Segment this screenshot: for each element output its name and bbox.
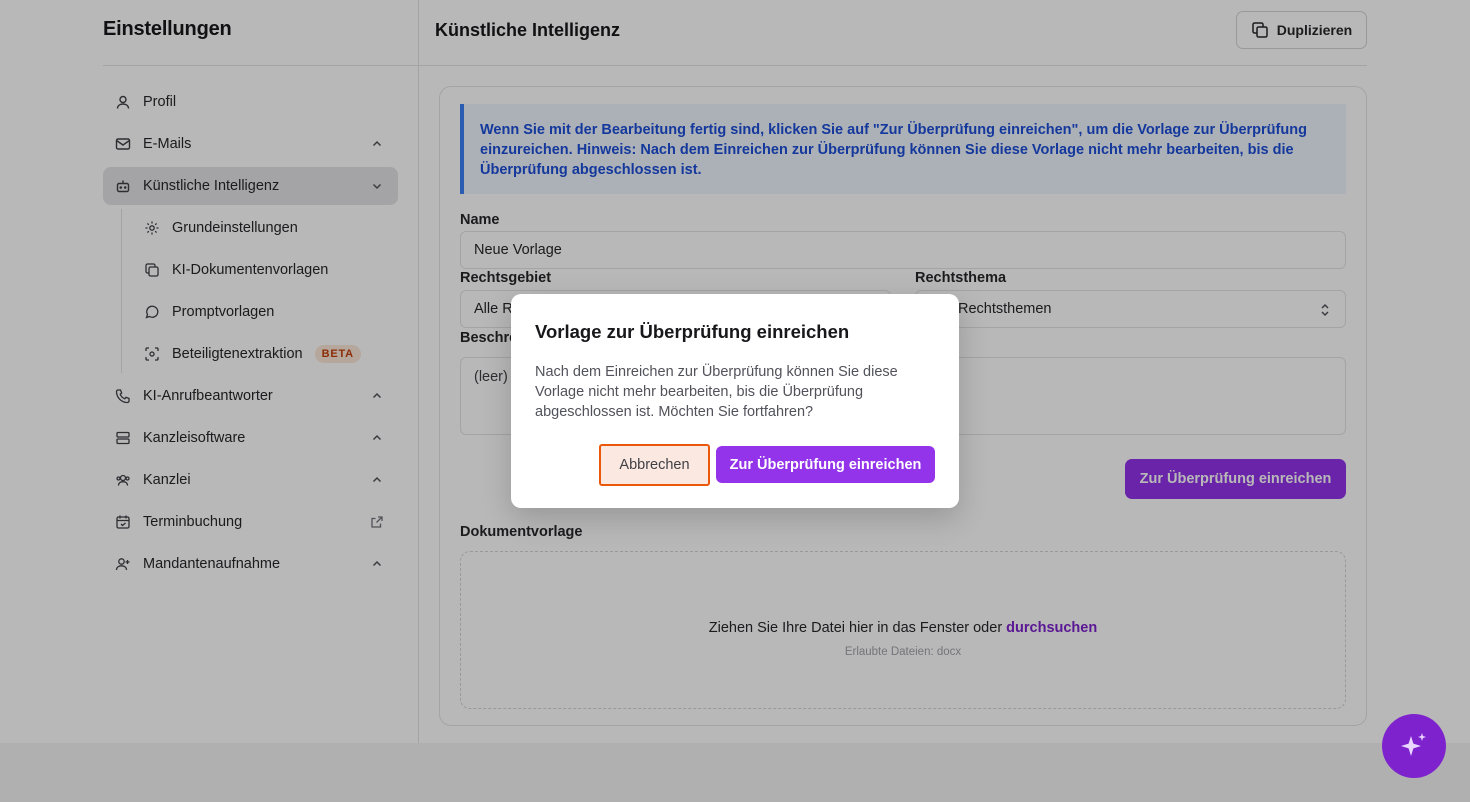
cancel-button[interactable]: Abbrechen [599, 444, 710, 486]
dialog-body: Nach dem Einreichen zur Überprüfung könn… [535, 364, 898, 420]
confirm-dialog: Vorlage zur Überprüfung einreichen Nach … [511, 294, 959, 508]
dialog-title: Vorlage zur Überprüfung einreichen [535, 321, 850, 342]
sparkle-icon [1401, 733, 1426, 756]
ai-assistant-button[interactable] [1382, 714, 1446, 778]
confirm-submit-button[interactable]: Zur Überprüfung einreichen [716, 446, 935, 483]
page: Einstellungen Profil E-Mails Künstliche … [0, 0, 1470, 802]
